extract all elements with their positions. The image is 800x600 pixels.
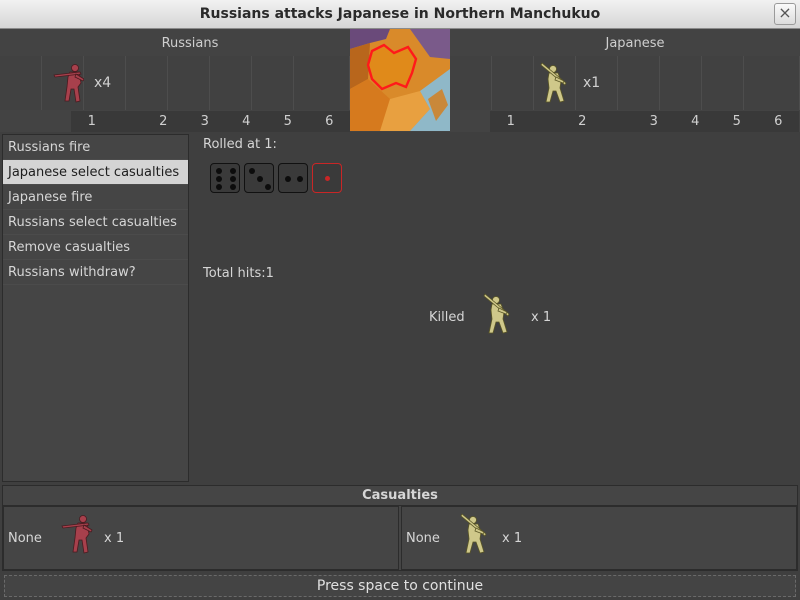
casualties-count: x 1 <box>502 531 523 546</box>
defender-slot <box>492 56 534 110</box>
attacker-label: Russians <box>161 36 219 51</box>
column-number: 5 <box>283 114 292 129</box>
attacker-slot <box>0 56 42 110</box>
defender-slot-2 <box>534 56 576 110</box>
column-number: 1 <box>506 114 515 129</box>
rolled-label: Rolled at 1: <box>203 137 277 152</box>
column-number: 2 <box>159 114 168 129</box>
attacker-slot <box>294 56 350 110</box>
battle-header: Russians Japanese x4 x1 1 2 3 4 5 6 1 2 … <box>0 29 800 132</box>
attacker-slot <box>168 56 210 110</box>
defender-slot <box>660 56 702 110</box>
casualties-panel: Casualties None x 1 None x 1 <box>2 485 798 571</box>
step-remove-casualties[interactable]: Remove casualties <box>3 235 188 260</box>
step-japanese-fire[interactable]: Japanese fire <box>3 185 188 210</box>
window-titlebar: Russians attacks Japanese in Northern Ma… <box>0 0 800 29</box>
killed-label: Killed <box>429 310 465 325</box>
close-icon[interactable]: × <box>774 3 796 25</box>
window-title: Russians attacks Japanese in Northern Ma… <box>199 6 601 22</box>
defender-casualties: None x 1 <box>401 506 797 570</box>
attacker-slot <box>252 56 294 110</box>
die-face <box>312 163 342 193</box>
column-number: 6 <box>325 114 334 129</box>
casualties-none-label: None <box>8 531 42 546</box>
step-russians-withdraw[interactable]: Russians withdraw? <box>3 260 188 285</box>
defender-slot <box>702 56 744 110</box>
column-number: 5 <box>732 114 741 129</box>
attacker-unit-count: x4 <box>94 75 112 91</box>
casualties-none-label: None <box>406 531 440 546</box>
defender-slot <box>618 56 660 110</box>
defender-slot <box>744 56 800 110</box>
step-russians-fire[interactable]: Russians fire <box>3 135 188 160</box>
attacker-slot-1 <box>42 56 84 110</box>
die-face <box>244 163 274 193</box>
infantry-icon <box>536 61 580 105</box>
attacker-casualties: None x 1 <box>3 506 399 570</box>
step-russians-select-casualties[interactable]: Russians select casualties <box>3 210 188 235</box>
battle-details: Rolled at 1: Total hits:1 Killed x 1 <box>191 134 800 482</box>
defender-slot <box>450 56 492 110</box>
attacker-slot <box>210 56 252 110</box>
attacker-column-numbers: 1 2 3 4 5 6 <box>71 111 350 132</box>
casualties-count: x 1 <box>104 531 125 546</box>
continue-button[interactable]: Press space to continue <box>4 575 796 597</box>
total-hits: Total hits:1 <box>203 266 274 281</box>
column-number: 1 <box>87 114 96 129</box>
defender-unit-count: x1 <box>583 75 601 91</box>
defender-slots <box>450 56 800 110</box>
territory-map <box>350 29 450 131</box>
infantry-icon <box>456 512 500 556</box>
dice-row <box>210 163 342 193</box>
defender-label: Japanese <box>605 36 665 51</box>
casualties-title: Casualties <box>3 486 797 506</box>
step-japanese-select-casualties[interactable]: Japanese select casualties <box>3 160 188 185</box>
column-number: 3 <box>649 114 658 129</box>
battle-steps-list: Russians fire Japanese select casualties… <box>2 134 189 482</box>
column-number: 4 <box>691 114 700 129</box>
infantry-icon <box>479 292 523 336</box>
infantry-icon <box>58 512 102 556</box>
killed-count: x 1 <box>531 310 552 325</box>
column-number: 4 <box>242 114 251 129</box>
column-number: 3 <box>200 114 209 129</box>
column-number: 2 <box>578 114 587 129</box>
attacker-slots <box>0 56 350 110</box>
die-face <box>278 163 308 193</box>
attacker-slot <box>126 56 168 110</box>
die-face <box>210 163 240 193</box>
column-number: 6 <box>774 114 783 129</box>
defender-column-numbers: 1 2 3 4 5 6 <box>490 111 799 132</box>
